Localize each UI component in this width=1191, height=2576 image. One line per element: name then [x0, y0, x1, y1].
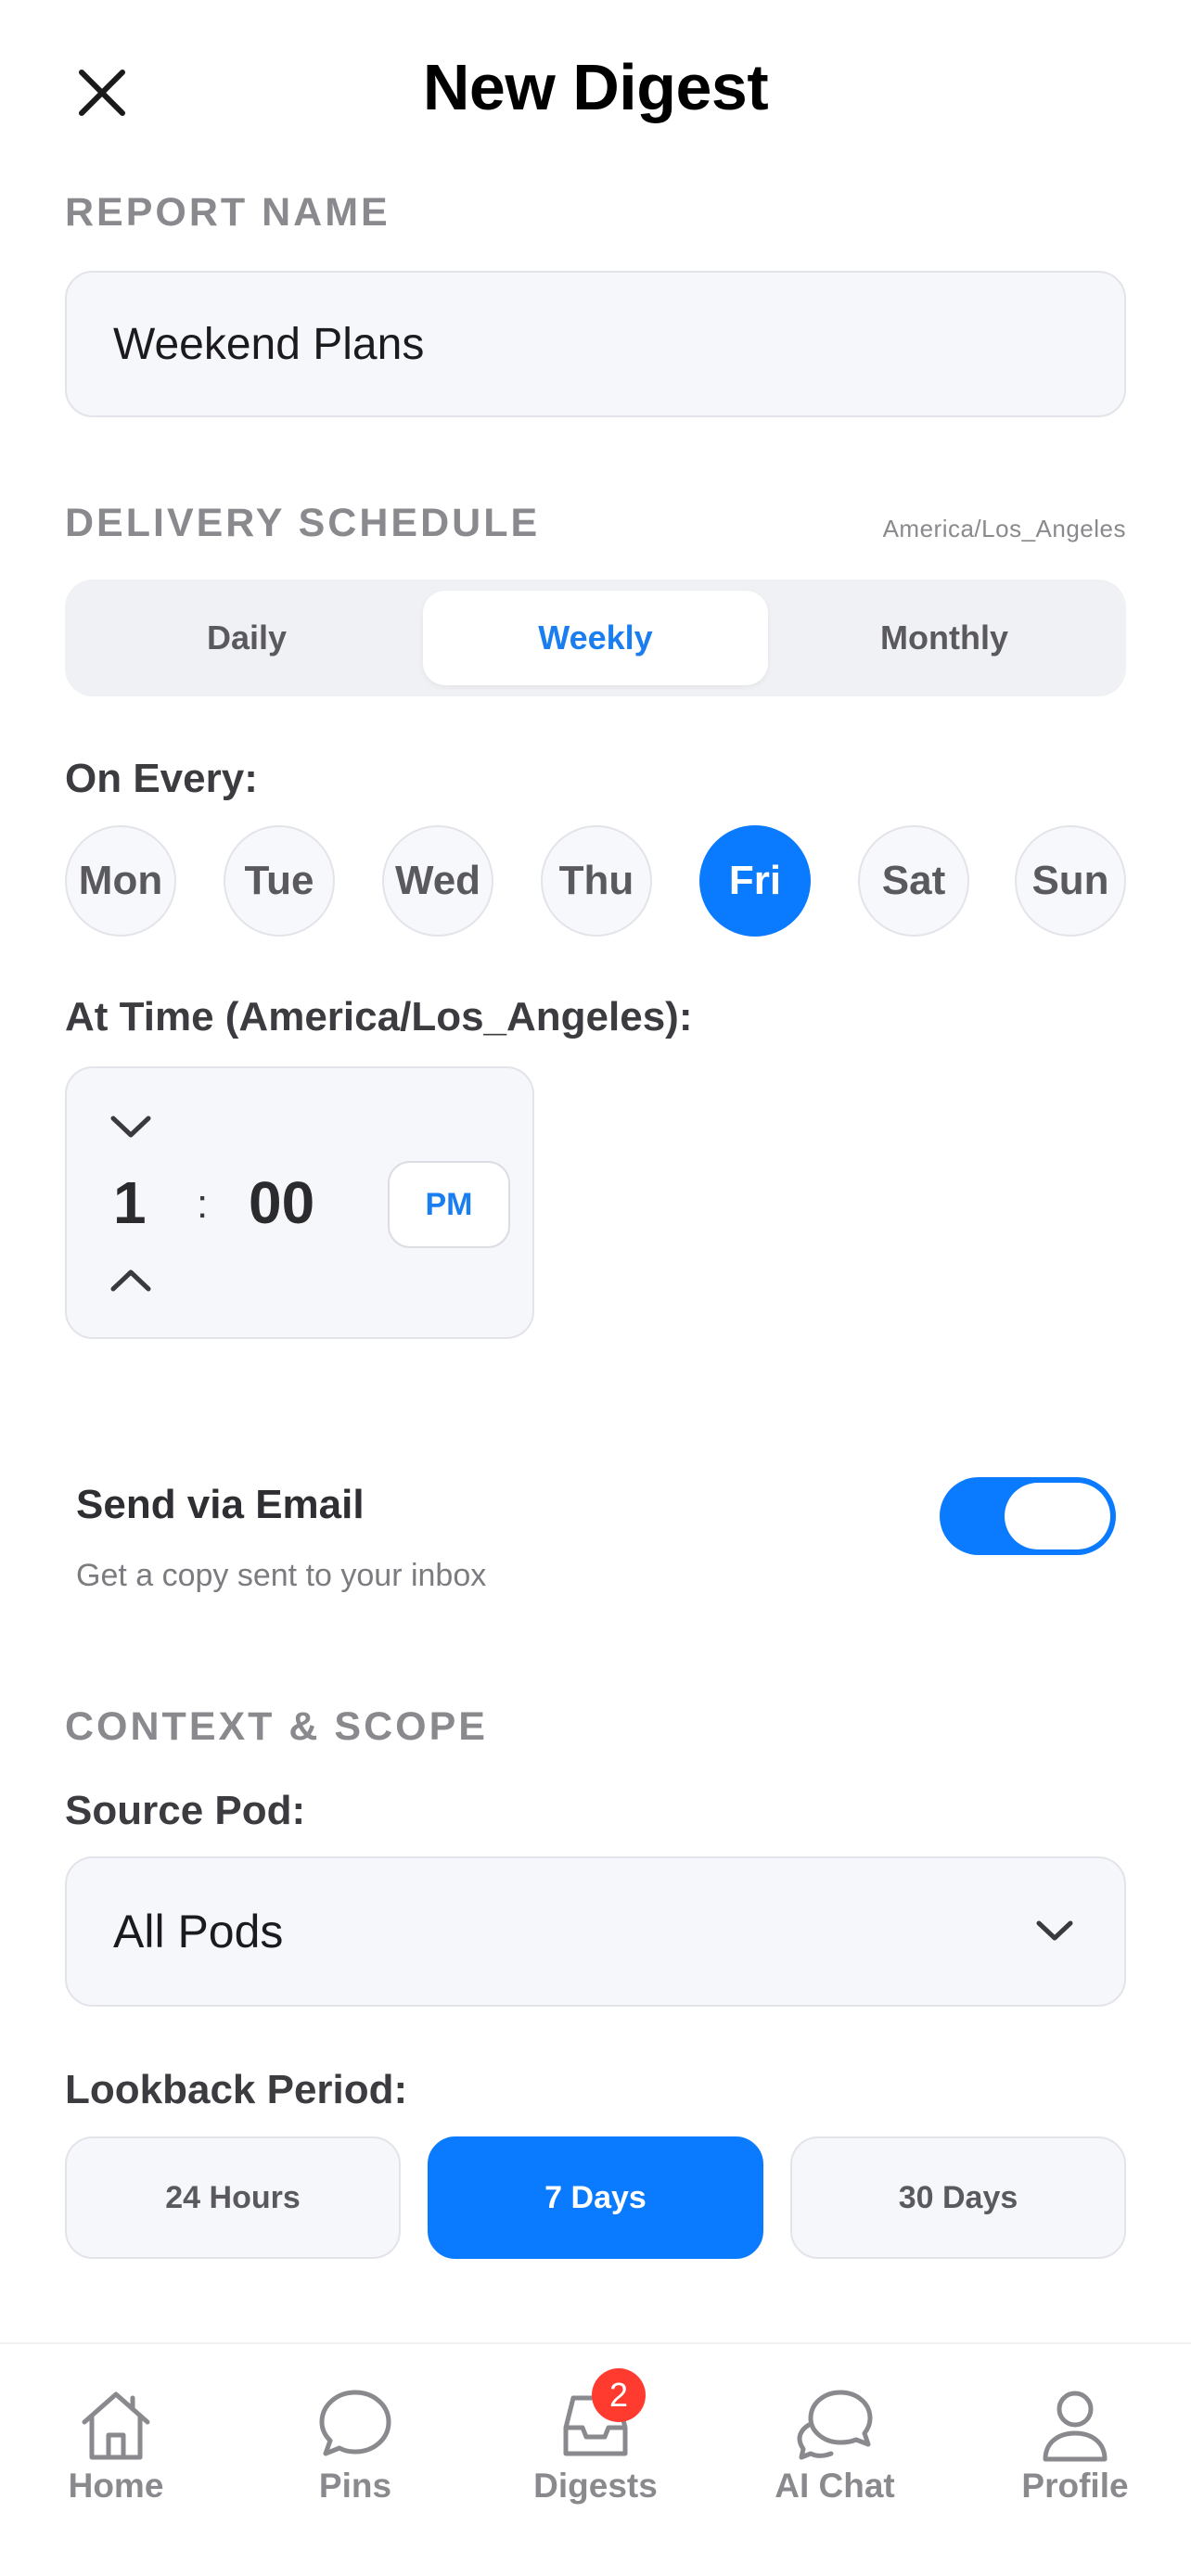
toggle-knob [1005, 1483, 1110, 1549]
person-icon [1043, 2391, 1108, 2462]
home-icon [82, 2391, 150, 2460]
send-email-subtitle: Get a copy sent to your inbox [76, 1558, 487, 1593]
lookback-option-24-hours[interactable]: 24 Hours [65, 2136, 401, 2259]
send-email-title: Send via Email [76, 1482, 365, 1527]
chevron-down-icon [110, 1116, 151, 1138]
chevron-up-icon [110, 1269, 151, 1292]
day-thu[interactable]: Thu [541, 825, 652, 937]
source-pod-dropdown[interactable]: All Pods [65, 1856, 1126, 2007]
time-separator: : [197, 1181, 209, 1227]
frequency-option-monthly[interactable]: Monthly [774, 591, 1115, 685]
report-name-input[interactable]: Weekend Plans [65, 271, 1126, 417]
day-sun[interactable]: Sun [1015, 825, 1126, 937]
lookback-option-30-days[interactable]: 30 Days [790, 2136, 1126, 2259]
tab-digests-label: Digests [533, 2467, 658, 2505]
chat-bubble-icon [319, 2390, 391, 2456]
tab-ai-chat[interactable]: AI Chat [742, 2344, 928, 2530]
lookback-option-7-days[interactable]: 7 Days [428, 2136, 763, 2259]
context-scope-section-label: CONTEXT & SCOPE [65, 1704, 488, 1749]
digests-badge: 2 [592, 2368, 646, 2422]
report-name-value: Weekend Plans [113, 319, 425, 369]
time-picker: 1 : 00 PM [65, 1066, 534, 1339]
tab-profile-label: Profile [1021, 2467, 1129, 2505]
day-tue[interactable]: Tue [224, 825, 335, 937]
tab-ai-chat-label: AI Chat [775, 2467, 895, 2505]
source-pod-label: Source Pod: [65, 1788, 306, 1833]
tab-digests[interactable]: 2 Digests [503, 2344, 688, 2530]
timezone-label: America/Los_Angeles [882, 515, 1126, 542]
day-fri[interactable]: Fri [699, 825, 811, 937]
ampm-toggle-button[interactable]: PM [388, 1161, 510, 1248]
day-mon[interactable]: Mon [65, 825, 176, 937]
source-pod-value: All Pods [113, 1906, 284, 1958]
bottom-tab-bar: Home Pins 2 Digests AI Chat Profile [0, 2342, 1191, 2576]
chat-bubbles-icon [797, 2390, 873, 2460]
frequency-option-daily[interactable]: Daily [76, 591, 417, 685]
tab-home-label: Home [68, 2467, 164, 2505]
hour-increment-button[interactable] [106, 1263, 156, 1296]
day-sat[interactable]: Sat [858, 825, 969, 937]
send-email-toggle[interactable] [940, 1477, 1116, 1555]
minute-value[interactable]: 00 [249, 1168, 314, 1237]
tab-pins[interactable]: Pins [263, 2344, 448, 2530]
hour-value[interactable]: 1 [113, 1168, 147, 1237]
tab-profile[interactable]: Profile [982, 2344, 1168, 2530]
tab-pins-label: Pins [318, 2467, 392, 2505]
lookback-period-label: Lookback Period: [65, 2067, 408, 2112]
tab-home[interactable]: Home [23, 2344, 209, 2530]
hour-decrement-button[interactable] [106, 1109, 156, 1142]
at-time-label: At Time (America/Los_Angeles): [65, 994, 693, 1039]
delivery-schedule-section-label: DELIVERY SCHEDULE [65, 501, 541, 545]
report-name-section-label: REPORT NAME [65, 190, 391, 235]
chevron-down-icon [1036, 1920, 1073, 1941]
day-wed[interactable]: Wed [382, 825, 493, 937]
frequency-segmented-control: Daily Weekly Monthly [65, 580, 1126, 696]
frequency-option-weekly[interactable]: Weekly [423, 591, 768, 685]
on-every-label: On Every: [65, 756, 258, 801]
page-title: New Digest [422, 51, 769, 123]
